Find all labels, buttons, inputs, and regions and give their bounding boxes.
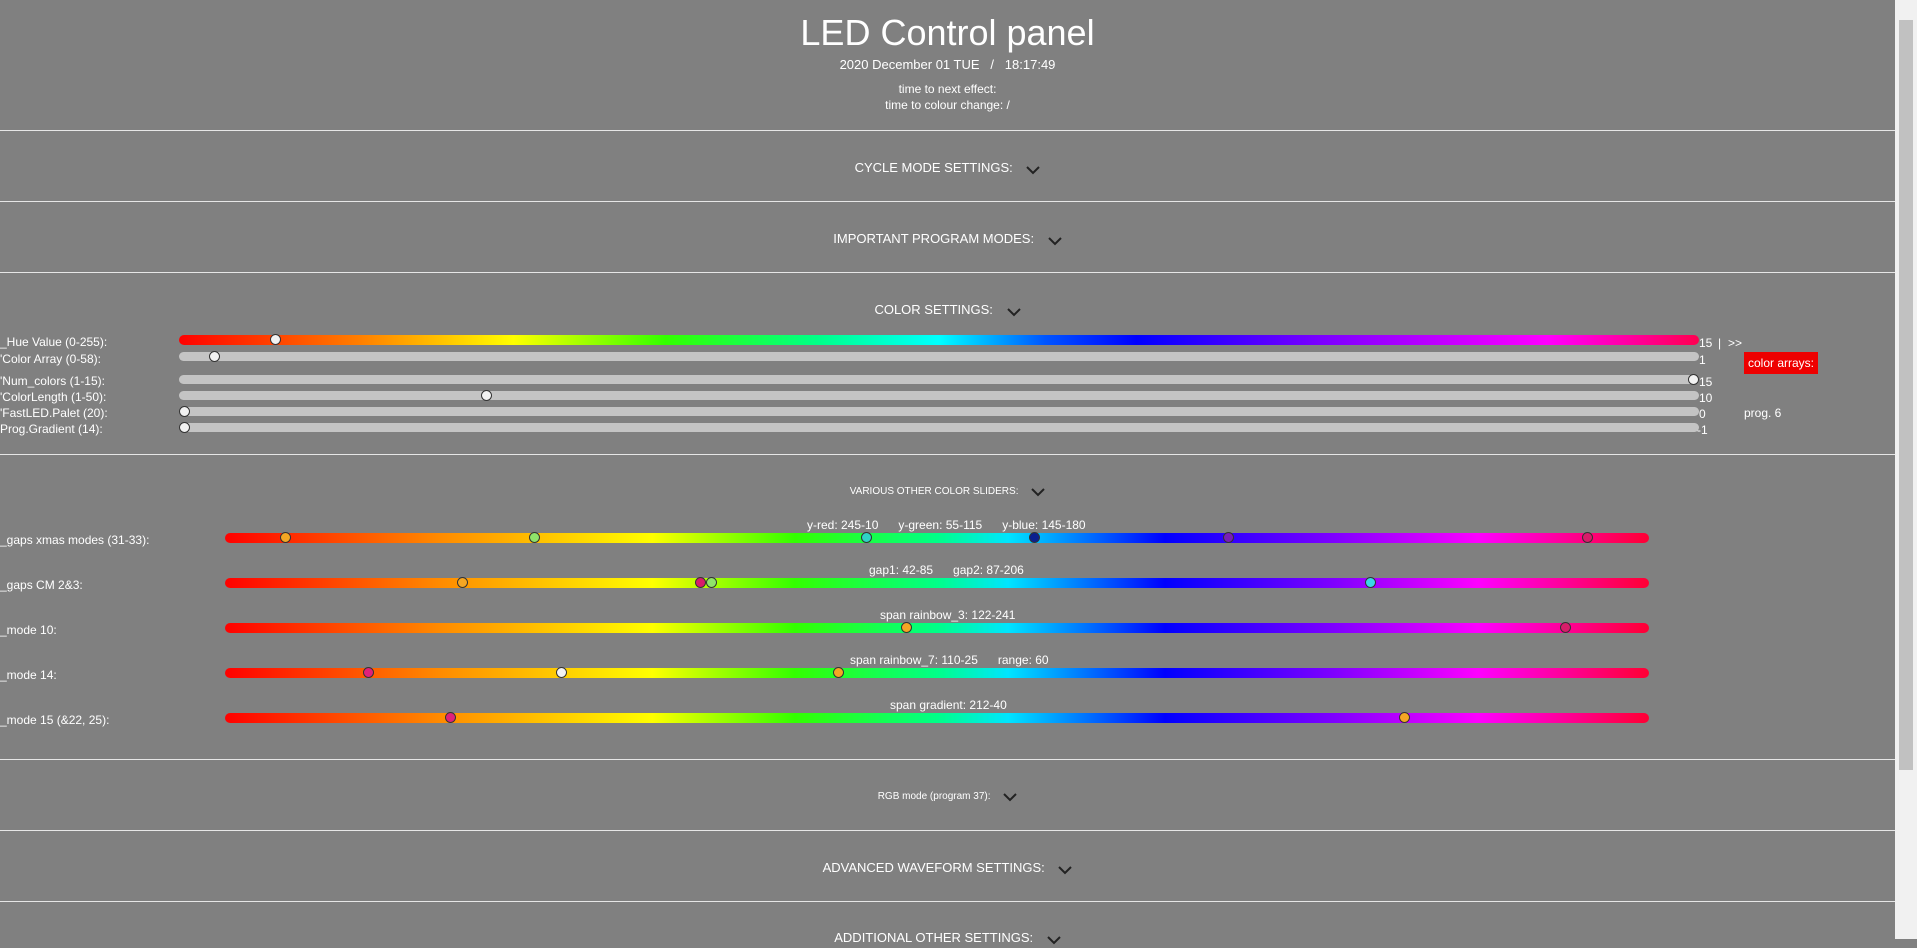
slider-handle[interactable] [706,577,717,588]
mode15-slider[interactable] [225,712,1649,723]
slider-handle[interactable] [1029,532,1041,543]
hue-value: 15 [1699,336,1713,350]
slider-handle[interactable] [445,712,457,723]
section-additional-settings[interactable]: ADDITIONAL OTHER SETTINGS: [0,930,1895,948]
slider-handle[interactable] [1560,622,1572,633]
mode10-slider[interactable] [225,622,1649,633]
chevron-down-icon [1058,863,1073,878]
divider [0,454,1895,455]
divider [0,901,1895,902]
slider-handle[interactable] [861,532,873,543]
section-color-label: COLOR SETTINGS: [874,302,993,317]
prog-gradient-slider-handle[interactable] [179,422,190,433]
fastled-palet-slider[interactable] [179,406,1699,417]
chevron-down-icon [1047,234,1062,249]
gaps-xmas-label: _gaps xmas modes (31-33): [0,533,150,547]
page-title: LED Control panel [800,12,1095,53]
gaps-xmas-caption: y-red: 245-10 y-green: 55-115 y-blue: 14… [807,518,1086,532]
slider-handle[interactable] [832,667,844,678]
chevron-down-icon [1026,163,1041,178]
section-important-label: IMPORTANT PROGRAM MODES: [833,231,1035,246]
slider-handle[interactable] [280,532,292,543]
num-colors-slider-handle[interactable] [1688,374,1699,385]
prog-gradient-slider[interactable] [179,422,1699,433]
divider [0,830,1895,831]
color-array-slider-handle[interactable] [209,351,221,362]
mode14-slider[interactable] [225,667,1649,678]
fastled-palet-label: 'FastLED.Palet (20): [0,406,108,420]
color-length-slider-handle[interactable] [480,390,492,401]
mode15-label: _mode 15 (&22, 25): [0,713,110,727]
divider [0,272,1895,273]
scrollbar-thumb[interactable] [1899,20,1913,770]
slider-handle[interactable] [456,577,468,588]
section-various-sliders[interactable]: VARIOUS OTHER COLOR SLIDERS: [0,486,1895,500]
mode15-caption: span gradient: 212-40 [890,698,1007,712]
prog-label: prog. 6 [1744,406,1782,420]
fastled-palet-slider-handle[interactable] [179,406,190,417]
mode14-caption: span rainbow_7: 110-25 range: 60 [850,653,1049,667]
slider-handle[interactable] [1365,577,1377,588]
section-cycle-mode[interactable]: CYCLE MODE SETTINGS: [0,160,1895,178]
num-colors-value: 15 [1699,375,1713,389]
slider-handle[interactable] [901,622,913,633]
time-colour-change: time to colour change: / [885,98,1010,112]
hue-label: _Hue Value (0-255): [0,335,108,349]
chevron-down-icon [1003,793,1018,805]
section-rgb-label: RGB mode (program 37): [877,791,991,802]
gaps-cm-label: _gaps CM 2&3: [0,578,83,592]
slider-handle[interactable] [1222,532,1234,543]
divider [0,130,1895,131]
section-color-settings[interactable]: COLOR SETTINGS: [0,302,1895,320]
fastled-palet-value: 0 [1699,407,1706,421]
section-important-modes[interactable]: IMPORTANT PROGRAM MODES: [0,231,1895,249]
color-array-label: 'Color Array (0-58): [0,352,101,366]
num-colors-label: 'Num_colors (1-15): [0,374,105,388]
page-scrollbar[interactable] [1895,0,1917,939]
color-array-value: 1 [1699,353,1706,367]
color-arrays-badge[interactable]: color arrays: [1744,352,1819,374]
slider-handle[interactable] [529,532,541,543]
slider-handle[interactable] [694,577,706,588]
slider-handle[interactable] [556,667,568,678]
color-length-value: 10 [1699,391,1713,405]
slider-handle[interactable] [1399,712,1411,723]
chevron-down-icon [1047,933,1061,948]
time-next-effect: time to next effect: [898,82,997,96]
section-additional-label: ADDITIONAL OTHER SETTINGS: [834,930,1034,945]
gaps-xmas-slider[interactable] [225,532,1649,543]
gaps-cm-slider[interactable] [225,577,1649,588]
divider [0,201,1895,202]
chevron-down-icon [1031,488,1045,500]
color-array-slider[interactable] [179,351,1699,362]
divider [0,759,1895,760]
prog-gradient-value: -1 [1697,423,1708,437]
hue-slider[interactable] [179,334,1699,345]
section-rgb-mode[interactable]: RGB mode (program 37): [0,791,1895,805]
section-advanced-waveform[interactable]: ADVANCED WAVEFORM SETTINGS: [0,860,1895,878]
section-cycle-label: CYCLE MODE SETTINGS: [854,160,1013,175]
section-advanced-label: ADVANCED WAVEFORM SETTINGS: [822,860,1045,875]
section-various-label: VARIOUS OTHER COLOR SLIDERS: [849,486,1019,497]
prog-gradient-label: Prog.Gradient (14): [0,422,103,436]
num-colors-slider[interactable] [179,374,1699,385]
mode10-caption: span rainbow_3: 122-241 [880,608,1016,622]
slider-handle[interactable] [1581,532,1593,543]
hue-next-link[interactable]: >> [1728,336,1742,350]
color-length-label: 'ColorLength (1-50): [0,390,107,404]
date-time: 2020 December 01 TUE / 18:17:49 [839,57,1056,72]
hue-separator: | [1718,336,1722,350]
mode10-label: _mode 10: [0,623,57,637]
gaps-cm-caption: gap1: 42-85 gap2: 87-206 [869,563,1024,577]
color-length-slider[interactable] [179,390,1699,401]
hue-slider-handle[interactable] [269,334,281,345]
slider-handle[interactable] [362,667,374,678]
chevron-down-icon [1006,305,1021,320]
mode14-label: _mode 14: [0,668,57,682]
